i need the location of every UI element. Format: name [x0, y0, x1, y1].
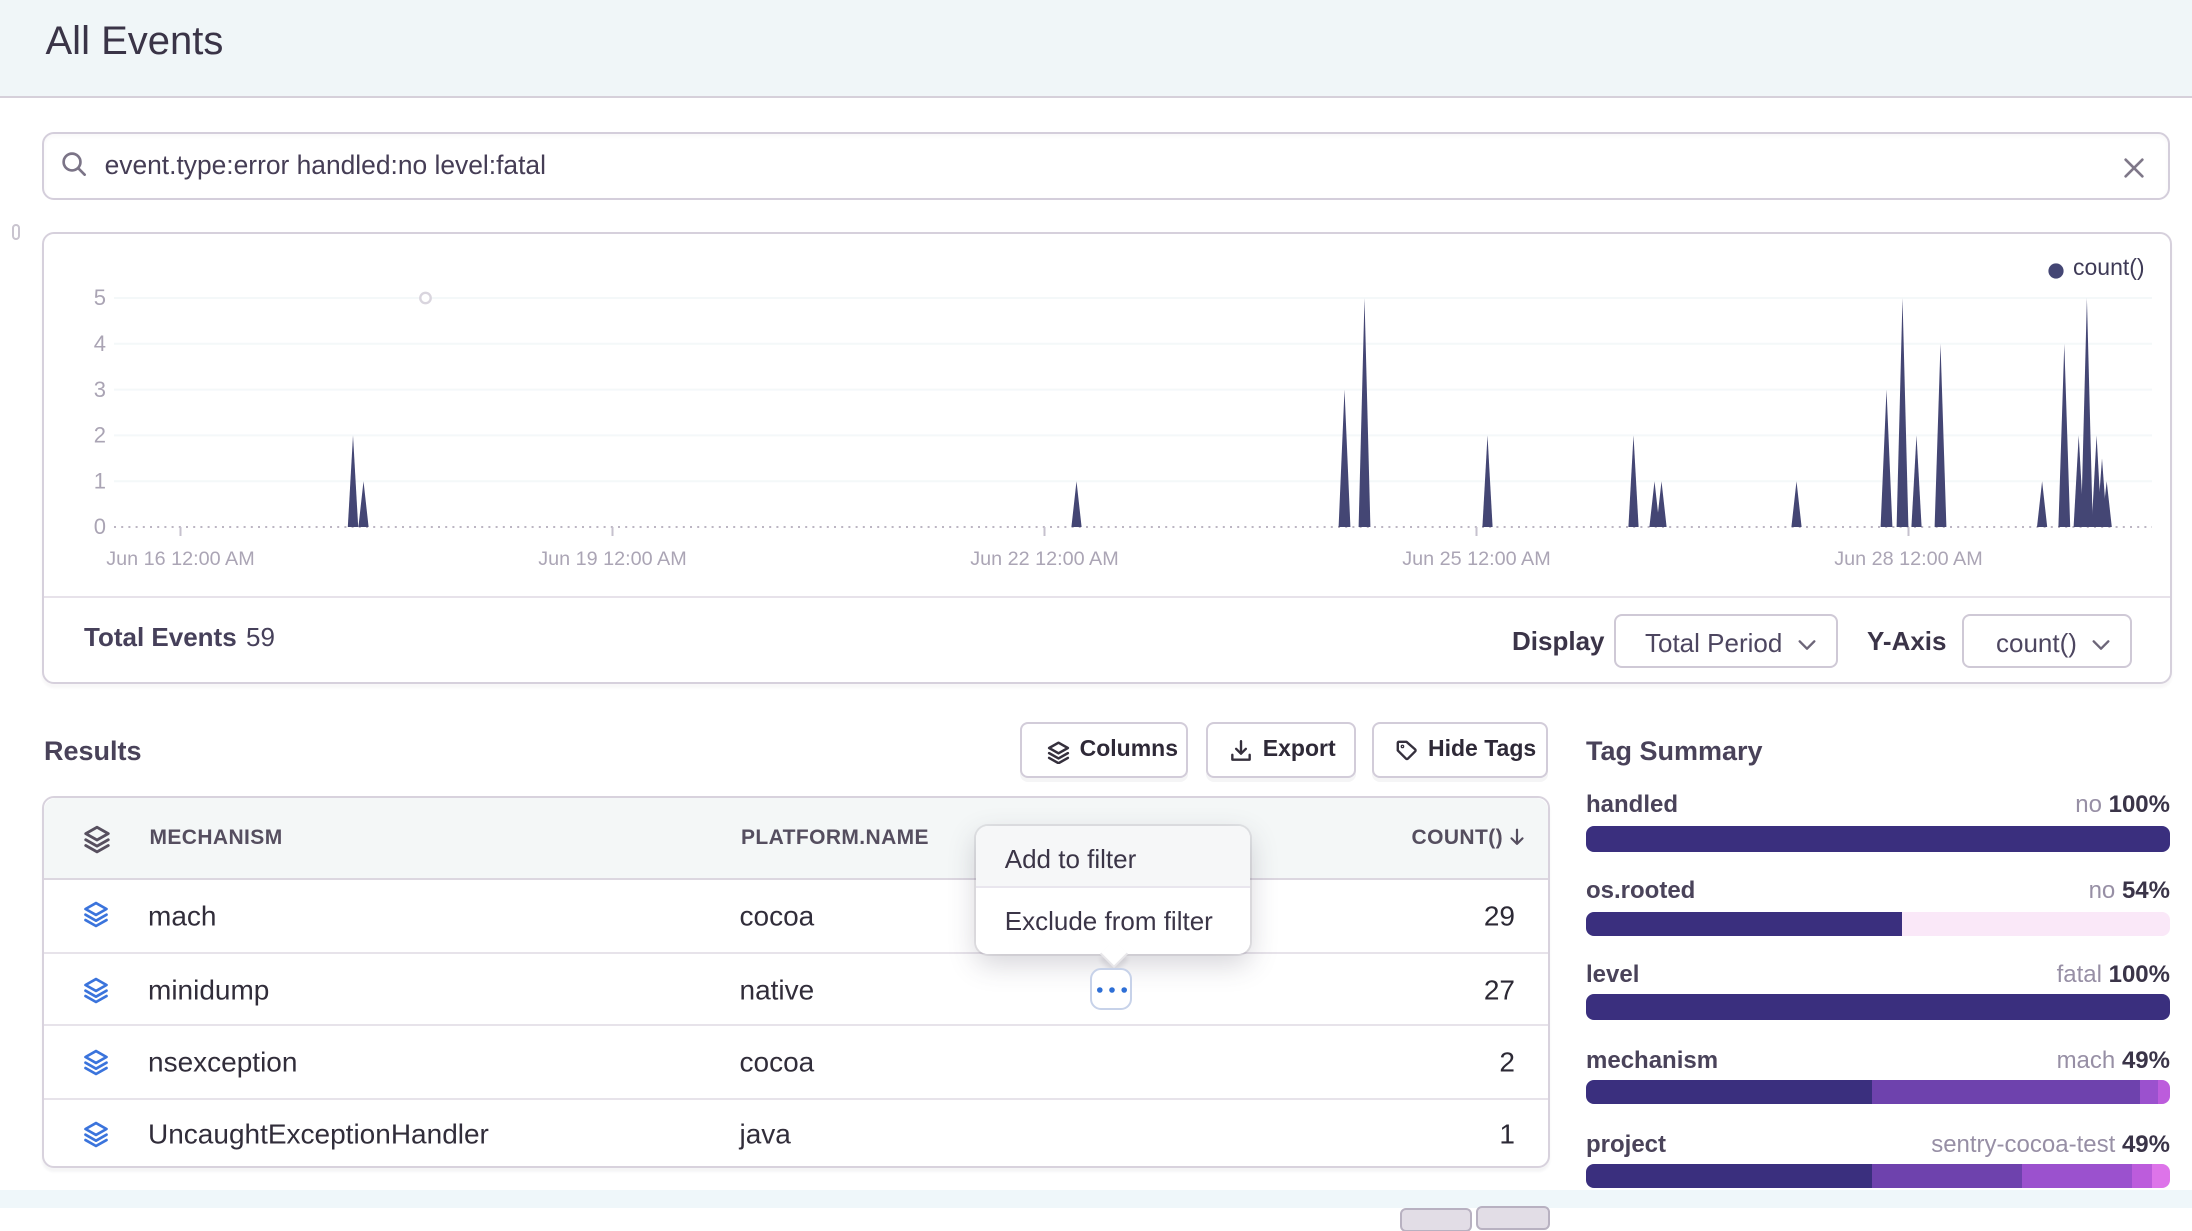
svg-text:5: 5 — [94, 284, 106, 309]
svg-text:Jun 28 12:00 AM: Jun 28 12:00 AM — [1835, 547, 1983, 569]
svg-text:4: 4 — [94, 330, 106, 355]
svg-text:0: 0 — [94, 513, 106, 538]
svg-text:Jun 22 12:00 AM: Jun 22 12:00 AM — [971, 547, 1119, 569]
svg-text:count(): count() — [2074, 253, 2146, 279]
svg-text:Jun 19 12:00 AM: Jun 19 12:00 AM — [539, 547, 687, 569]
svg-text:Jun 25 12:00 AM: Jun 25 12:00 AM — [1403, 547, 1551, 569]
svg-text:Jun 16 12:00 AM: Jun 16 12:00 AM — [107, 547, 255, 569]
svg-text:1: 1 — [94, 467, 106, 492]
svg-text:2: 2 — [94, 422, 106, 447]
svg-text:3: 3 — [94, 376, 106, 401]
